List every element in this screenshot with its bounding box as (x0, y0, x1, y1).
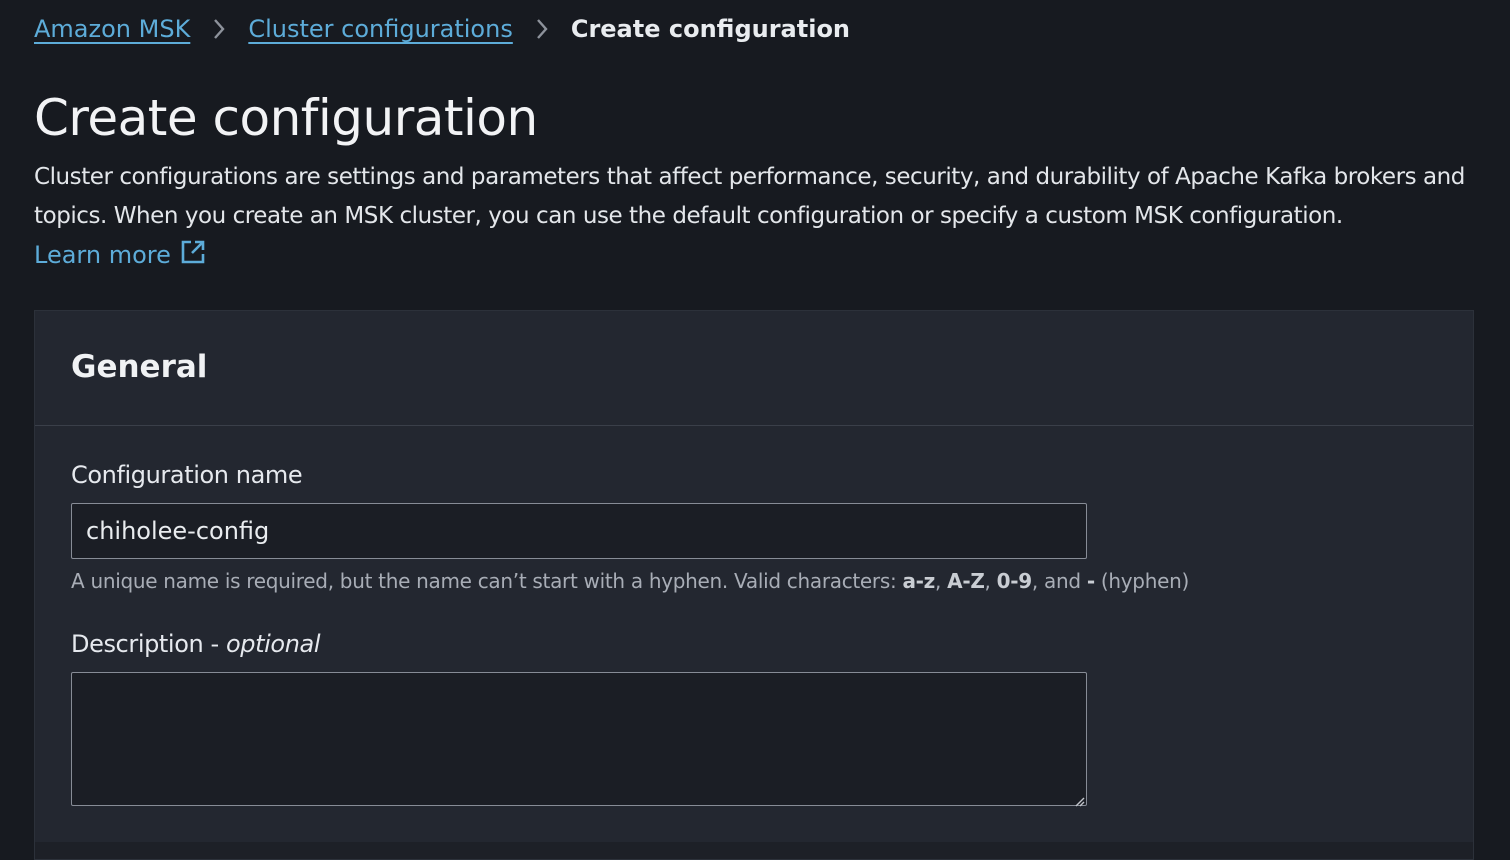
learn-more-link[interactable]: Learn more (34, 238, 207, 272)
optional-tag: optional (226, 630, 321, 658)
page-description: Cluster configurations are settings and … (34, 164, 1465, 229)
breadcrumb-current: Create configuration (570, 15, 851, 43)
general-panel-header: General (35, 311, 1473, 426)
breadcrumb: Amazon MSK Cluster configurations Create… (34, 12, 850, 46)
chevron-right-icon (190, 17, 248, 41)
configuration-name-label: Configuration name (71, 461, 303, 489)
breadcrumb-cluster-configurations[interactable]: Cluster configurations (248, 15, 513, 43)
chevron-right-icon (513, 17, 571, 41)
configuration-name-hint: A unique name is required, but the name … (71, 569, 1189, 593)
page-title: Create configuration (34, 89, 538, 147)
general-panel-title: General (71, 349, 208, 385)
learn-more-label: Learn more (34, 241, 171, 269)
panel-footer-divider (35, 842, 1473, 859)
breadcrumb-amazon-msk[interactable]: Amazon MSK (34, 15, 190, 43)
external-link-icon (171, 238, 207, 272)
resize-handle-icon[interactable] (1073, 792, 1085, 807)
create-configuration-page: Amazon MSK Cluster configurations Create… (0, 0, 1510, 860)
general-panel-body: Configuration name A unique name is requ… (35, 427, 1473, 843)
description-textarea[interactable] (71, 672, 1087, 806)
configuration-name-input[interactable] (71, 503, 1087, 559)
description-label: Description - optional (71, 630, 321, 658)
general-panel: General Configuration name A unique name… (34, 310, 1474, 860)
